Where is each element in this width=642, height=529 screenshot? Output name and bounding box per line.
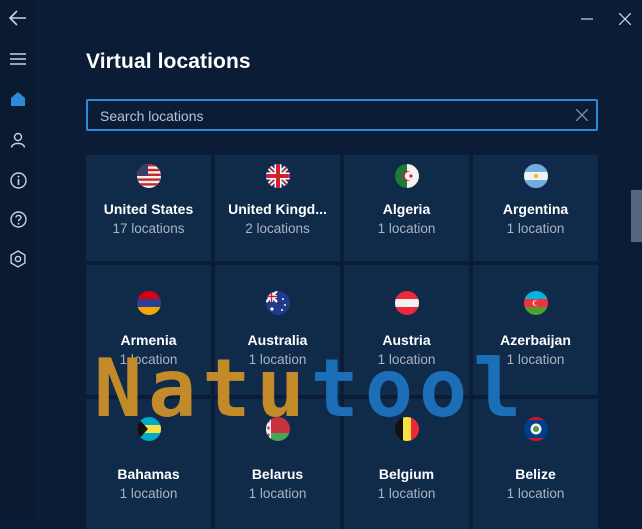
location-name: Belgium <box>378 466 435 482</box>
help-icon[interactable] <box>7 208 29 230</box>
location-count: 17 locations <box>112 221 185 236</box>
location-tile-belize[interactable]: Belize 1 location <box>473 399 598 529</box>
back-arrow-icon[interactable] <box>7 7 29 29</box>
location-count: 1 location <box>506 221 565 236</box>
ar-flag-icon <box>523 164 548 188</box>
location-name: Australia <box>247 332 308 348</box>
home-icon[interactable] <box>7 88 29 110</box>
location-tile-argentina[interactable]: Argentina 1 location <box>473 155 598 261</box>
location-count: 1 location <box>377 352 436 367</box>
location-tile-belgium[interactable]: Belgium 1 location <box>344 399 469 529</box>
location-name: Argentina <box>502 201 569 217</box>
account-icon[interactable] <box>7 129 29 151</box>
us-flag-icon <box>136 164 161 188</box>
location-tile-algeria[interactable]: Algeria 1 location <box>344 155 469 261</box>
settings-icon[interactable] <box>7 248 29 270</box>
location-name: Austria <box>382 332 431 348</box>
location-name: United States <box>103 201 194 217</box>
search-input[interactable] <box>98 104 562 128</box>
page-title: Virtual locations <box>86 50 251 73</box>
location-count: 1 location <box>119 486 178 501</box>
bz-flag-icon <box>523 417 548 441</box>
location-count: 1 location <box>248 486 307 501</box>
dz-flag-icon <box>394 164 419 188</box>
location-name: Armenia <box>120 332 177 348</box>
be-flag-icon <box>394 417 419 441</box>
search-box <box>86 99 598 131</box>
close-button[interactable] <box>614 8 636 30</box>
location-tile-australia[interactable]: Australia 1 location <box>215 265 340 395</box>
minimize-icon <box>581 18 593 20</box>
close-icon <box>619 13 631 25</box>
locations-grid: United States 17 locations United Kingd.… <box>86 155 598 529</box>
location-tile-belarus[interactable]: Belarus 1 location <box>215 399 340 529</box>
location-count: 1 location <box>377 486 436 501</box>
location-tile-armenia[interactable]: Armenia 1 location <box>86 265 211 395</box>
location-name: United Kingd... <box>228 201 327 217</box>
scrollbar-thumb[interactable] <box>631 190 642 242</box>
au-flag-icon <box>265 291 290 315</box>
uk-flag-icon <box>265 164 290 188</box>
menu-icon[interactable] <box>7 48 29 70</box>
location-count: 1 location <box>119 352 178 367</box>
location-tile-bahamas[interactable]: Bahamas 1 location <box>86 399 211 529</box>
bs-flag-icon <box>136 417 161 441</box>
am-flag-icon <box>136 291 161 315</box>
location-name: Belarus <box>251 466 304 482</box>
info-icon[interactable] <box>7 169 29 191</box>
location-name: Belize <box>515 466 556 482</box>
sidebar <box>0 0 36 521</box>
az-flag-icon <box>523 291 548 315</box>
by-flag-icon <box>265 417 290 441</box>
location-count: 1 location <box>506 486 565 501</box>
at-flag-icon <box>394 291 419 315</box>
clear-search-icon[interactable] <box>574 107 590 123</box>
location-tile-united-states[interactable]: United States 17 locations <box>86 155 211 261</box>
location-count: 1 location <box>377 221 436 236</box>
location-count: 1 location <box>506 352 565 367</box>
location-tile-united-kingdom[interactable]: United Kingd... 2 locations <box>215 155 340 261</box>
location-name: Bahamas <box>117 466 180 482</box>
location-name: Azerbaijan <box>500 332 571 348</box>
location-tile-austria[interactable]: Austria 1 location <box>344 265 469 395</box>
location-count: 1 location <box>248 352 307 367</box>
minimize-button[interactable] <box>576 8 598 30</box>
location-count: 2 locations <box>245 221 310 236</box>
location-tile-azerbaijan[interactable]: Azerbaijan 1 location <box>473 265 598 395</box>
location-name: Algeria <box>382 201 431 217</box>
